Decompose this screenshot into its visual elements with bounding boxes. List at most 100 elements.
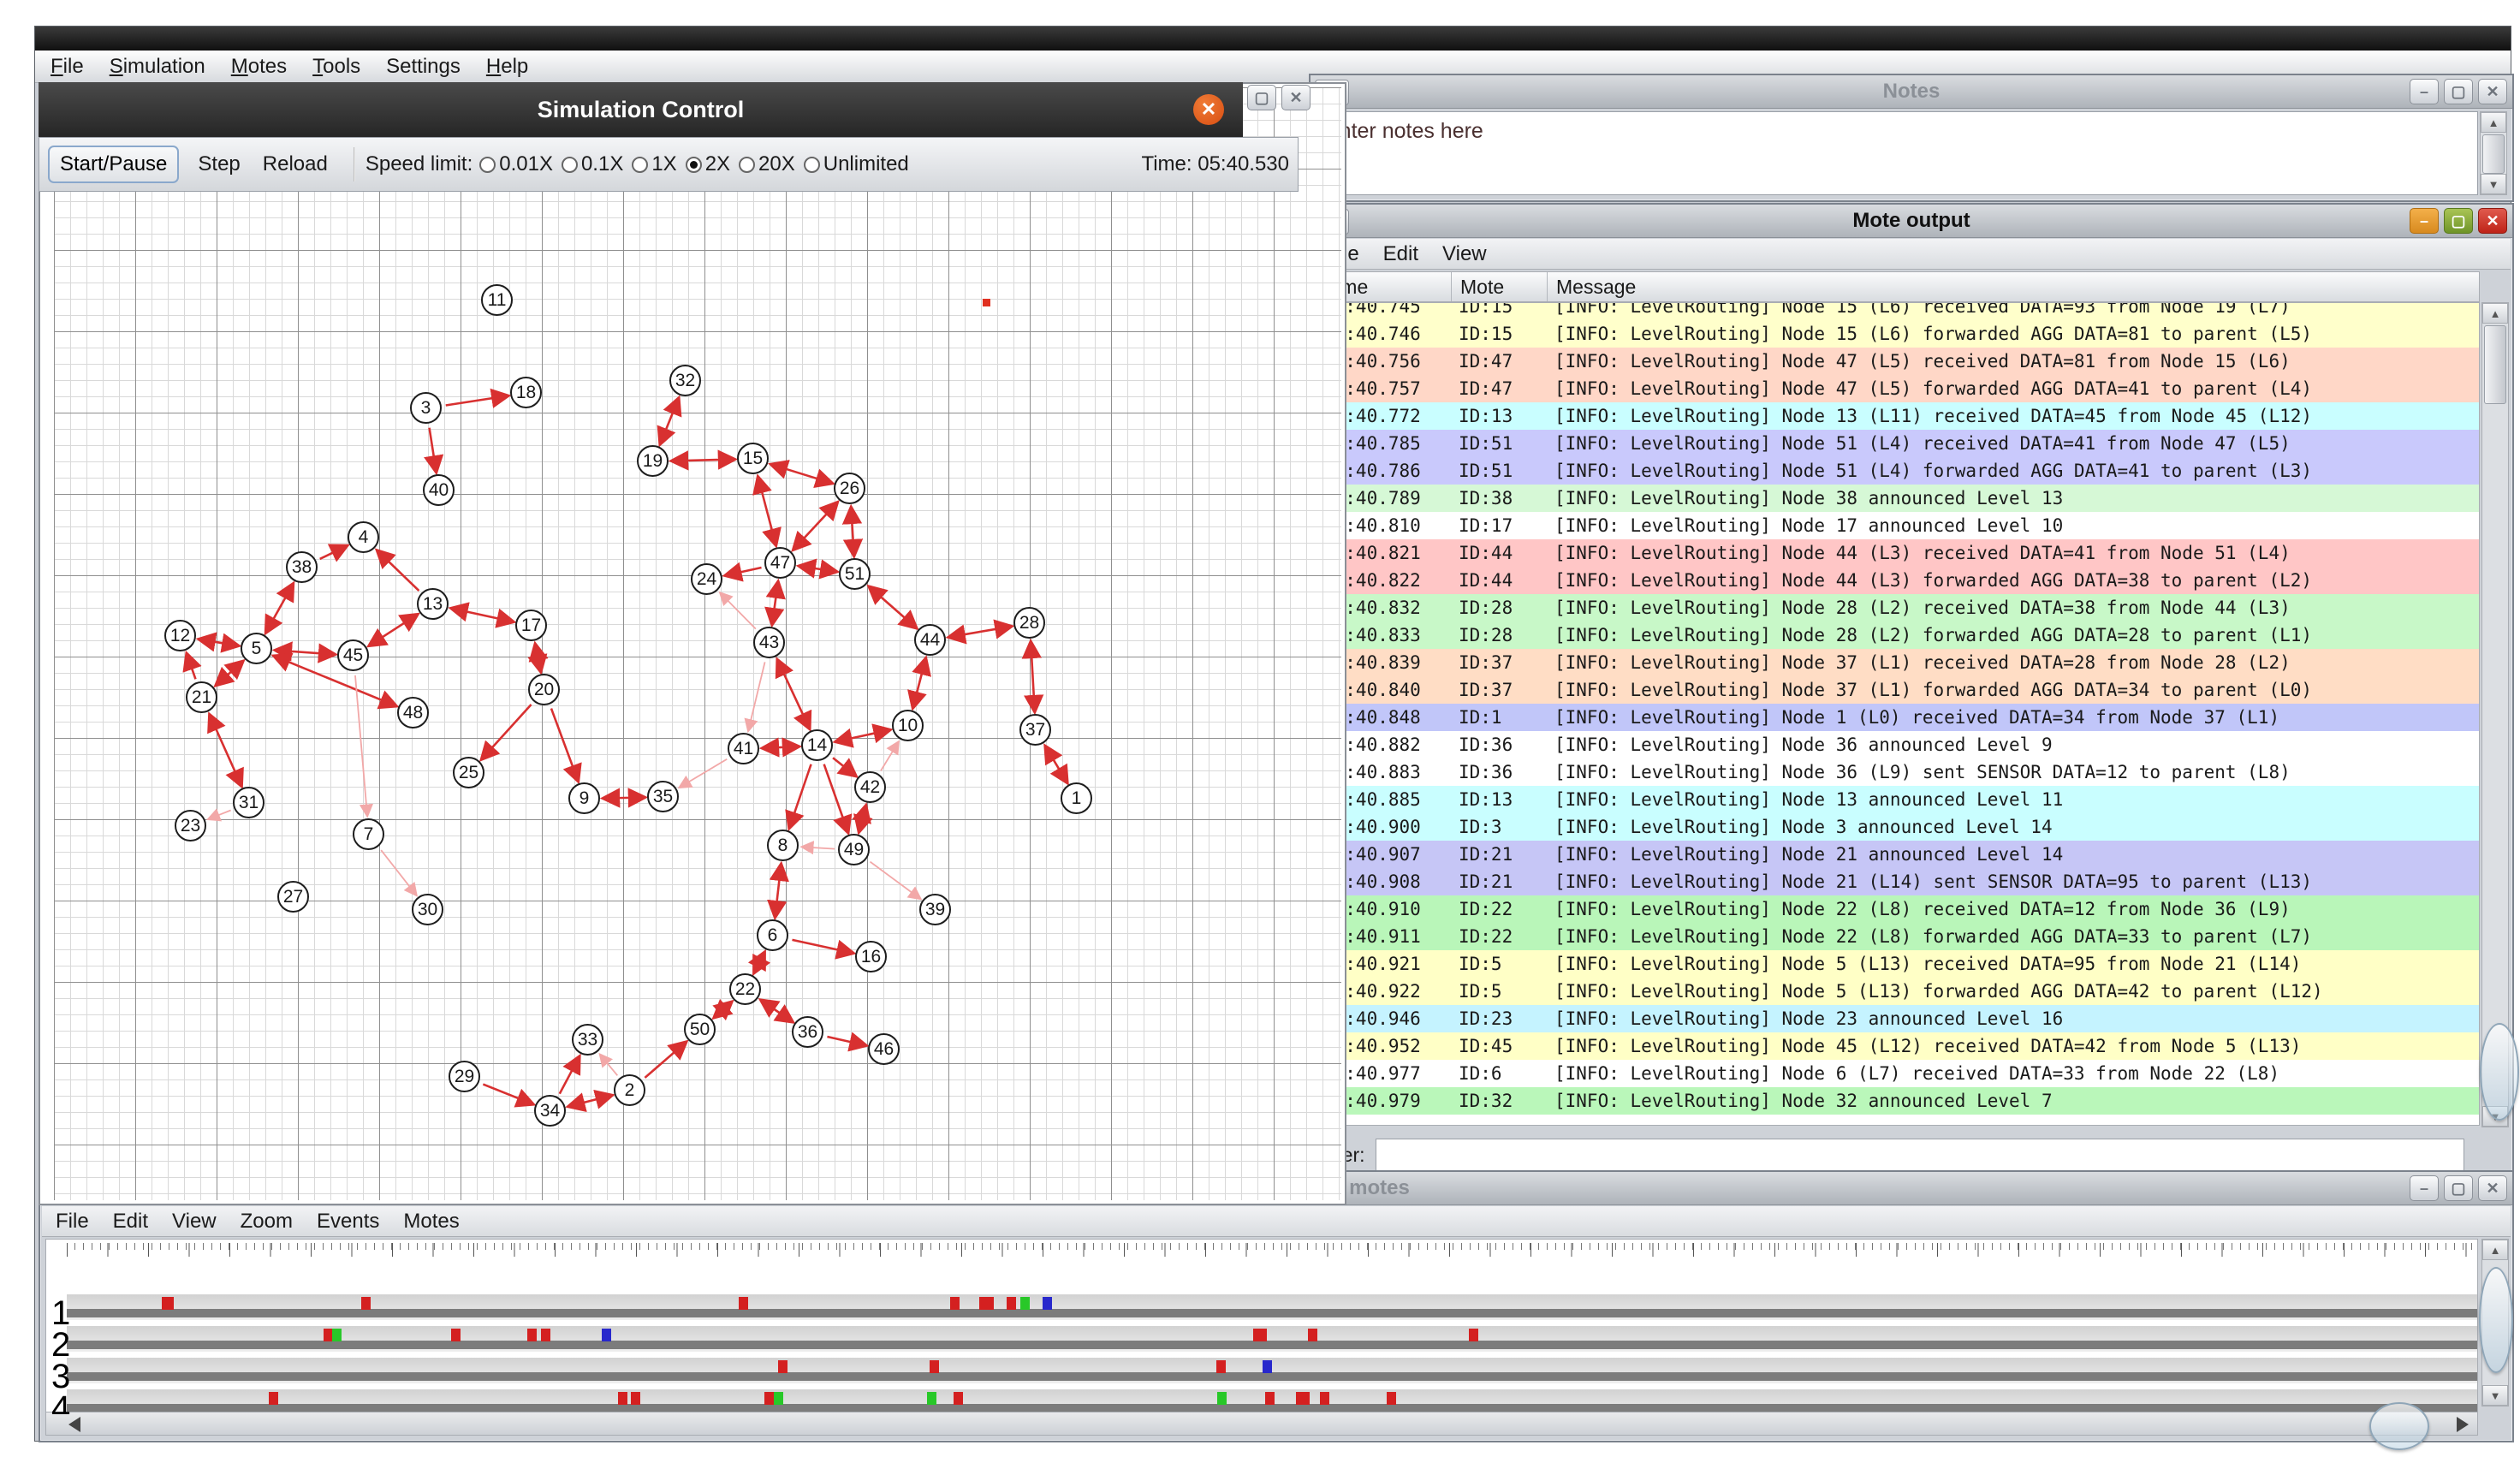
network-node[interactable]: 36	[792, 1016, 823, 1048]
network-node[interactable]: 25	[453, 757, 484, 788]
menu-motes[interactable]: Motes	[231, 55, 287, 79]
network-node[interactable]: 35	[647, 781, 679, 812]
network-node[interactable]: 38	[286, 551, 318, 583]
notes-titlebar[interactable]: Notes	[1311, 75, 2512, 109]
scroll-up-icon[interactable]: ▲	[2481, 112, 2506, 133]
table-row[interactable]: 05:40.952ID:45[INFO: LevelRouting] Node …	[1316, 1032, 2479, 1060]
network-node[interactable]: 4	[348, 521, 379, 553]
table-row[interactable]: 05:40.833ID:28[INFO: LevelRouting] Node …	[1316, 621, 2479, 649]
network-node[interactable]: 20	[528, 674, 560, 705]
table-row[interactable]: 05:40.911ID:22[INFO: LevelRouting] Node …	[1316, 923, 2479, 950]
network-node[interactable]: 27	[277, 881, 309, 913]
table-row[interactable]: 05:40.848ID:1[INFO: LevelRouting] Node 1…	[1316, 704, 2479, 731]
filter-input[interactable]	[1376, 1139, 2464, 1171]
maximize-icon[interactable]: ▢	[2444, 1175, 2473, 1201]
scroll-left-icon[interactable]	[68, 1417, 80, 1432]
network-node[interactable]: 51	[839, 558, 871, 590]
network-node[interactable]: 21	[186, 681, 217, 713]
radio-icon[interactable]	[562, 157, 578, 173]
network-node[interactable]: 1	[1061, 782, 1092, 814]
speed-radio-0.1x[interactable]: 0.1X	[562, 152, 623, 176]
table-row[interactable]: 05:40.786ID:51[INFO: LevelRouting] Node …	[1316, 457, 2479, 485]
minimize-icon[interactable]: –	[2410, 1175, 2439, 1201]
menu-edit[interactable]: Edit	[113, 1210, 148, 1234]
close-icon[interactable]: ✕	[2478, 79, 2507, 104]
step-button[interactable]: Step	[191, 147, 247, 181]
network-node[interactable]: 43	[753, 627, 785, 658]
network-node[interactable]: 37	[1019, 714, 1051, 746]
network-node[interactable]: 3	[410, 392, 442, 424]
scroll-down-icon[interactable]: ▼	[2482, 1385, 2508, 1406]
network-node[interactable]: 8	[767, 830, 799, 861]
scroll-down-icon[interactable]: ▼	[2481, 174, 2506, 194]
network-node[interactable]: 17	[515, 610, 547, 641]
close-icon[interactable]: ✕	[2478, 208, 2507, 234]
network-node[interactable]: 6	[757, 919, 788, 951]
main-window-titlebar[interactable]	[35, 27, 2511, 51]
network-node[interactable]: 23	[175, 810, 206, 842]
table-row[interactable]: 05:40.745ID:15[INFO: LevelRouting] Node …	[1316, 302, 2479, 320]
scroll-right-icon[interactable]	[2457, 1417, 2469, 1432]
close-icon[interactable]: ✕	[1193, 94, 1224, 125]
network-node[interactable]: 39	[919, 894, 951, 925]
network-node[interactable]: 26	[834, 473, 865, 504]
table-row[interactable]: 05:40.756ID:47[INFO: LevelRouting] Node …	[1316, 348, 2479, 375]
speed-radio-1x[interactable]: 1X	[632, 152, 676, 176]
network-node[interactable]: 9	[568, 782, 600, 814]
menu-events[interactable]: Events	[317, 1210, 379, 1234]
network-node[interactable]: 16	[855, 941, 887, 972]
scroll-up-icon[interactable]: ▲	[2482, 1240, 2508, 1260]
timeline-track[interactable]	[67, 1326, 2477, 1352]
timeline-chart[interactable]: 12345	[45, 1239, 2478, 1415]
network-node[interactable]: 44	[914, 624, 946, 656]
network-node[interactable]: 41	[728, 733, 759, 764]
menu-motes[interactable]: Motes	[403, 1210, 459, 1234]
network-node[interactable]: 45	[337, 639, 369, 671]
minimize-icon[interactable]: –	[2410, 79, 2439, 104]
network-node[interactable]: 10	[892, 710, 924, 741]
network-node[interactable]: 48	[397, 697, 429, 729]
speed-radio-2x[interactable]: 2X	[686, 152, 730, 176]
network-node[interactable]: 47	[764, 547, 796, 579]
menu-simulation[interactable]: Simulation	[110, 55, 205, 79]
table-row[interactable]: 05:40.908ID:21[INFO: LevelRouting] Node …	[1316, 868, 2479, 895]
menu-file[interactable]: File	[51, 55, 84, 79]
simulation-control-titlebar[interactable]: Simulation Control ✕	[39, 82, 1243, 137]
network-node[interactable]: 12	[164, 620, 196, 651]
network-node[interactable]: 32	[669, 365, 701, 396]
table-row[interactable]: 05:40.900ID:3[INFO: LevelRouting] Node 3…	[1316, 813, 2479, 841]
network-node[interactable]: 49	[838, 834, 870, 865]
timeline-track[interactable]	[67, 1294, 2477, 1320]
radio-icon[interactable]	[632, 157, 648, 173]
radio-icon[interactable]	[479, 157, 496, 173]
radio-icon[interactable]	[739, 157, 755, 173]
menu-view[interactable]: View	[172, 1210, 217, 1234]
network-node[interactable]: 7	[353, 818, 384, 850]
table-row[interactable]: 05:40.810ID:17[INFO: LevelRouting] Node …	[1316, 512, 2479, 539]
timeline-track[interactable]	[67, 1358, 2477, 1383]
table-row[interactable]: 05:40.772ID:13[INFO: LevelRouting] Node …	[1316, 402, 2479, 430]
table-row[interactable]: 05:40.946ID:23[INFO: LevelRouting] Node …	[1316, 1005, 2479, 1032]
table-row[interactable]: 05:40.922ID:5[INFO: LevelRouting] Node 5…	[1316, 978, 2479, 1005]
menu-edit[interactable]: Edit	[1383, 242, 1418, 266]
network-node[interactable]: 11	[481, 284, 513, 316]
table-row[interactable]: 05:40.839ID:37[INFO: LevelRouting] Node …	[1316, 649, 2479, 676]
menu-tools[interactable]: Tools	[312, 55, 360, 79]
menu-settings[interactable]: Settings	[386, 55, 461, 79]
network-node[interactable]: 46	[868, 1033, 900, 1065]
network-node[interactable]: 40	[423, 474, 455, 506]
table-row[interactable]: 05:40.832ID:28[INFO: LevelRouting] Node …	[1316, 594, 2479, 621]
column-header-message[interactable]: Message	[1548, 272, 2479, 301]
column-header-mote[interactable]: Mote	[1452, 272, 1548, 301]
menu-file[interactable]: File	[56, 1210, 89, 1234]
table-row[interactable]: 05:40.910ID:22[INFO: LevelRouting] Node …	[1316, 895, 2479, 923]
network-node[interactable]: 34	[534, 1095, 566, 1127]
overlay-scroll-knob[interactable]	[2369, 1402, 2429, 1450]
network-grid[interactable]: 1131832191526404382447511317284412545432…	[54, 87, 1341, 1200]
close-icon[interactable]: ✕	[2478, 1175, 2507, 1201]
table-row[interactable]: 05:40.921ID:5[INFO: LevelRouting] Node 5…	[1316, 950, 2479, 978]
network-node[interactable]: 33	[572, 1024, 603, 1056]
speed-radio-unlimited[interactable]: Unlimited	[804, 152, 909, 176]
start-pause-button[interactable]: Start/Pause	[48, 146, 179, 183]
minimize-icon[interactable]: –	[2410, 208, 2439, 234]
